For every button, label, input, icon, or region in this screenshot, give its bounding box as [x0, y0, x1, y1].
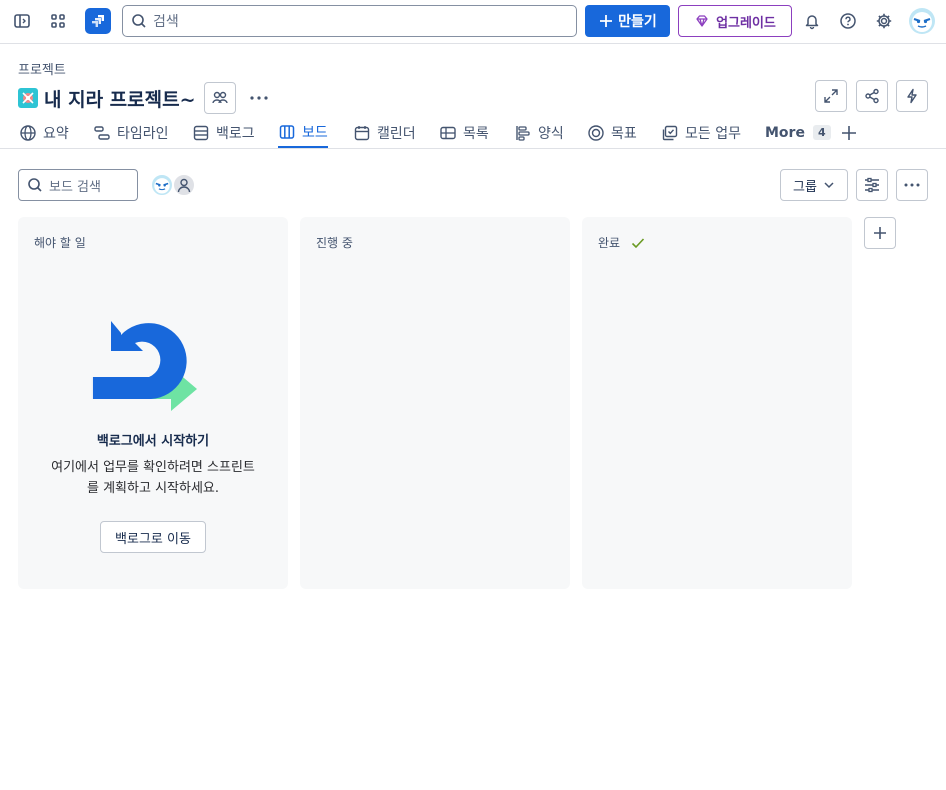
column-title: 진행 중	[316, 234, 353, 251]
more-actions-icon[interactable]	[246, 85, 272, 111]
tab-timeline[interactable]: 타임라인	[93, 117, 169, 148]
app-switcher-icon[interactable]	[44, 7, 72, 35]
tab-label: 요약	[43, 125, 69, 142]
plus-icon	[874, 227, 886, 239]
team-members-button[interactable]	[204, 82, 236, 114]
unassigned-avatar[interactable]	[172, 173, 196, 197]
search-placeholder: 검색	[153, 14, 179, 30]
globe-icon	[20, 124, 36, 141]
project-tabs: 요약 타임라인 백로그 보드 캘린더 목록 양식 목표 모든 업무 More 4	[0, 117, 946, 149]
expand-icon	[824, 89, 838, 103]
tab-backlog[interactable]: 백로그	[192, 117, 255, 148]
tab-list[interactable]: 목록	[439, 117, 489, 148]
user-avatar[interactable]	[909, 8, 935, 34]
add-column-button[interactable]	[864, 217, 896, 249]
tab-more[interactable]: More 4	[765, 117, 831, 148]
plus-icon	[842, 125, 856, 140]
tab-goals[interactable]: 목표	[587, 117, 637, 148]
more-icon	[904, 183, 920, 187]
column-title-text: 진행 중	[316, 236, 353, 250]
tab-label: 캘린더	[377, 125, 416, 142]
share-icon	[865, 88, 879, 104]
tab-summary[interactable]: 요약	[19, 117, 69, 148]
tab-label: 백로그	[216, 125, 255, 142]
column-title-text: 완료	[598, 236, 621, 250]
sidebar-toggle-icon[interactable]	[8, 7, 36, 35]
settings-gear-icon[interactable]	[870, 7, 898, 35]
backlog-icon	[193, 125, 209, 140]
chevron-down-icon	[824, 182, 834, 189]
tab-label: 타임라인	[117, 125, 169, 142]
board-more-button[interactable]	[896, 169, 928, 201]
group-button-label: 그룹	[793, 179, 817, 195]
check-icon	[632, 237, 645, 248]
timeline-icon	[94, 125, 110, 140]
tab-label: 목표	[611, 125, 637, 142]
empty-state-text: 여기에서 업무를 확인하려면 스프린트를 계획하고 시작하세요.	[51, 460, 255, 496]
empty-state-title: 백로그에서 시작하기	[96, 434, 210, 449]
create-button-label: 만들기	[618, 14, 657, 30]
tab-all-work[interactable]: 모든 업무	[661, 117, 741, 148]
assignee-avatar[interactable]	[150, 173, 174, 197]
sliders-icon	[865, 177, 879, 193]
tab-label: 모든 업무	[685, 125, 741, 142]
view-settings-button[interactable]	[856, 169, 888, 201]
notifications-bell-icon[interactable]	[798, 7, 826, 35]
tab-label: 보드	[302, 124, 328, 141]
person-icon	[177, 178, 191, 193]
board-column-todo: 해야 할 일 백로그에서 시작하기 여기에서 업무를 확인하려면 스프린트를 계…	[18, 217, 288, 589]
goal-icon	[588, 124, 604, 141]
tab-form[interactable]: 양식	[514, 117, 564, 148]
board-column-done: 완료	[582, 217, 852, 589]
upgrade-button-label: 업그레이드	[716, 15, 776, 31]
upgrade-button[interactable]: 업그레이드	[678, 5, 792, 37]
help-icon[interactable]	[834, 7, 862, 35]
board-search-placeholder: 보드 검색	[49, 179, 101, 195]
share-button[interactable]	[856, 80, 888, 112]
group-by-button[interactable]: 그룹	[780, 169, 848, 201]
board-search-input[interactable]: 보드 검색	[18, 169, 138, 201]
more-count-badge: 4	[812, 125, 831, 140]
calendar-icon	[354, 125, 370, 140]
project-avatar-icon	[18, 88, 38, 108]
fullscreen-button[interactable]	[815, 80, 847, 112]
board-icon	[279, 124, 295, 139]
add-tab-button[interactable]	[840, 117, 858, 148]
create-button[interactable]: 만들기	[585, 5, 670, 37]
column-title: 해야 할 일	[34, 234, 86, 251]
form-icon	[516, 125, 530, 141]
tab-label: 목록	[463, 125, 489, 142]
project-title-row: 내 지라 프로젝트~	[18, 83, 196, 113]
tab-calendar[interactable]: 캘린더	[353, 117, 416, 148]
column-title: 완료	[598, 234, 646, 251]
tab-label: 양식	[538, 125, 564, 142]
all-work-icon	[662, 125, 678, 140]
top-navigation-bar: 검색 만들기 업그레이드	[0, 0, 946, 44]
backlog-illustration	[91, 321, 197, 411]
list-icon	[440, 126, 456, 139]
tab-board[interactable]: 보드	[278, 117, 328, 148]
global-search-input[interactable]: 검색	[122, 5, 577, 37]
people-icon	[212, 91, 228, 104]
lightning-icon	[907, 88, 917, 104]
search-icon	[132, 14, 146, 28]
automation-button[interactable]	[896, 80, 928, 112]
jira-logo-icon[interactable]	[85, 8, 111, 34]
tab-label: More	[765, 124, 805, 141]
board-column-in-progress: 진행 중	[300, 217, 570, 589]
gem-icon	[696, 15, 708, 27]
search-icon	[28, 178, 42, 192]
column-title-text: 해야 할 일	[34, 236, 86, 250]
page-title[interactable]: 내 지라 프로젝트~	[44, 85, 196, 112]
go-to-backlog-button[interactable]: 백로그로 이동	[100, 521, 206, 553]
plus-icon	[600, 15, 613, 27]
breadcrumb[interactable]: 프로젝트	[18, 59, 66, 78]
